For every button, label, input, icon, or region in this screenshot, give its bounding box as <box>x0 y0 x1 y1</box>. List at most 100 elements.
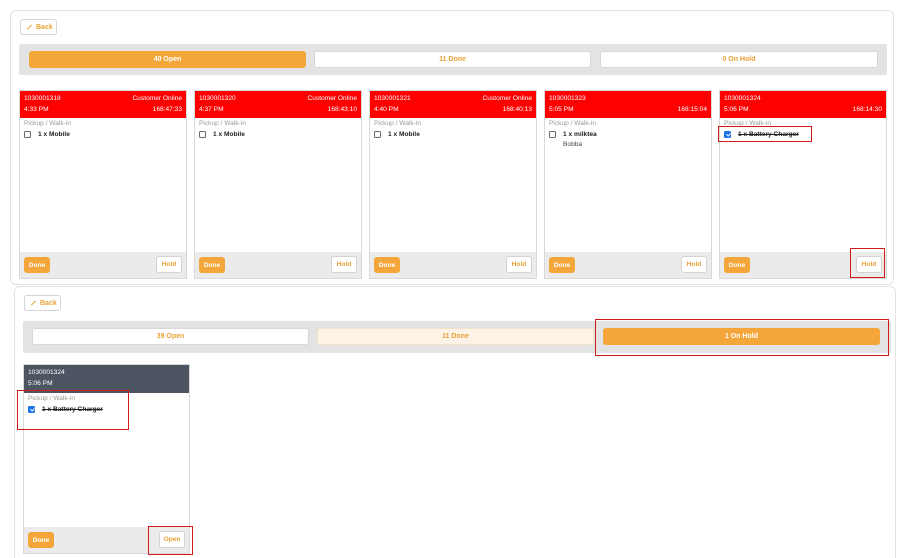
done-button[interactable]: Done <box>199 257 225 273</box>
item-checkbox[interactable] <box>199 131 206 138</box>
order-time: 4:33 PM <box>24 106 49 113</box>
tab-open[interactable]: 40 Open <box>29 51 306 68</box>
order-item[interactable]: 1 x Mobile <box>199 131 245 138</box>
order-footer: Done Hold <box>720 252 886 278</box>
order-number: 1030001324 <box>724 95 761 102</box>
order-number: 1030001318 <box>24 95 61 102</box>
tab-on-hold-label: 0 On Hold <box>722 56 756 63</box>
order-source: Customer Online <box>482 95 532 102</box>
order-elapsed: 168:15:04 <box>677 106 707 113</box>
order-type: Pickup / Walk-in <box>549 120 597 127</box>
tab-on-hold-label: 1 On Hold <box>724 333 759 340</box>
done-button[interactable]: Done <box>549 257 575 273</box>
order-footer: Done Hold <box>370 252 536 278</box>
order-type: Pickup / Walk-in <box>199 120 247 127</box>
order-footer: Done Hold <box>20 252 186 278</box>
top-panel: Back 40 Open 11 Done 0 On Hold 103000131… <box>10 10 894 285</box>
order-card: 1030001323 5:05 PM 168:15:04 Pickup / Wa… <box>544 90 712 279</box>
order-time: 4:40 PM <box>374 106 399 113</box>
item-label: 1 x Battery Charger <box>738 131 799 138</box>
hold-label: Hold <box>861 261 877 268</box>
status-tabs: 40 Open 11 Done 0 On Hold <box>19 44 887 75</box>
item-label: 1 x Mobile <box>38 131 70 138</box>
order-source: Customer Online <box>132 95 182 102</box>
item-label: 1 x Mobile <box>388 131 420 138</box>
order-card: 1030001324 5:06 PM 168:14:30 Pickup / Wa… <box>719 90 887 279</box>
hold-label: Hold <box>161 261 177 268</box>
order-elapsed: 168:14:30 <box>852 106 882 113</box>
order-elapsed: 168:47:33 <box>152 106 182 113</box>
tab-open-label: 40 Open <box>153 56 182 63</box>
order-item[interactable]: 1 x milktea <box>549 131 597 138</box>
done-button[interactable]: Done <box>24 257 50 273</box>
done-label: Done <box>728 261 746 269</box>
order-time: 5:06 PM <box>724 106 749 113</box>
order-number: 1030001321 <box>374 95 411 102</box>
hold-label: Hold <box>336 261 352 268</box>
hold-button[interactable]: Hold <box>156 256 182 273</box>
order-number: 1030001323 <box>549 95 586 102</box>
item-checkbox[interactable] <box>724 131 731 138</box>
order-time: 5:05 PM <box>549 106 574 113</box>
back-label: Back <box>36 23 53 31</box>
tab-done-label: 11 Done <box>439 56 466 63</box>
order-type: Pickup / Walk-in <box>24 120 72 127</box>
back-button[interactable]: Back <box>24 295 61 311</box>
hold-button[interactable]: Hold <box>506 256 532 273</box>
order-type: Pickup / Walk-in <box>28 395 76 402</box>
tab-done-label: 11 Done <box>442 333 469 340</box>
order-header: 1030001318 4:33 PM Customer Online 168:4… <box>20 91 186 118</box>
order-header: 1030001324 5:06 PM <box>24 365 189 393</box>
order-number: 1030001324 <box>28 369 65 376</box>
order-item[interactable]: 1 x Battery Charger <box>724 131 799 138</box>
order-source: Customer Online <box>307 95 357 102</box>
hold-button[interactable]: Hold <box>331 256 357 273</box>
item-checkbox[interactable] <box>374 131 381 138</box>
order-header: 1030001324 5:06 PM 168:14:30 <box>720 91 886 118</box>
item-checkbox[interactable] <box>549 131 556 138</box>
order-time: 5:06 PM <box>28 380 53 387</box>
held-order-card: 1030001324 5:06 PM Pickup / Walk-in 1 x … <box>23 364 190 554</box>
tab-on-hold[interactable]: 0 On Hold <box>600 51 878 68</box>
hold-button[interactable]: Hold <box>856 256 882 273</box>
back-label: Back <box>40 299 57 307</box>
open-label: Open <box>163 536 181 543</box>
open-button[interactable]: Open <box>159 531 185 548</box>
order-elapsed: 168:43:10 <box>327 106 357 113</box>
order-header: 1030001323 5:05 PM 168:15:04 <box>545 91 711 118</box>
done-button[interactable]: Done <box>374 257 400 273</box>
order-header: 1030001320 4:37 PM Customer Online 168:4… <box>195 91 361 118</box>
done-button[interactable]: Done <box>28 532 54 548</box>
order-footer: Done Hold <box>195 252 361 278</box>
order-card: 1030001320 4:37 PM Customer Online 168:4… <box>194 90 362 279</box>
order-item[interactable]: 1 x Battery Charger <box>28 406 103 413</box>
order-header: 1030001321 4:40 PM Customer Online 168:4… <box>370 91 536 118</box>
tab-open[interactable]: 39 Open <box>32 328 309 345</box>
item-checkbox[interactable] <box>24 131 31 138</box>
done-label: Done <box>553 261 571 269</box>
order-elapsed: 168:40:13 <box>502 106 532 113</box>
hold-label: Hold <box>686 261 702 268</box>
item-label: 1 x milktea <box>563 131 597 138</box>
tab-done[interactable]: 11 Done <box>317 328 594 345</box>
done-button[interactable]: Done <box>724 257 750 273</box>
order-footer: Done Hold <box>545 252 711 278</box>
done-label: Done <box>203 261 221 269</box>
hold-button[interactable]: Hold <box>681 256 707 273</box>
order-type: Pickup / Walk-in <box>724 120 772 127</box>
order-footer: Done Open <box>24 527 189 553</box>
order-item[interactable]: 1 x Mobile <box>374 131 420 138</box>
order-time: 4:37 PM <box>199 106 224 113</box>
order-type: Pickup / Walk-in <box>374 120 422 127</box>
chevron-left-icon <box>27 24 32 30</box>
tab-on-hold[interactable]: 1 On Hold <box>603 328 880 345</box>
done-label: Done <box>378 261 396 269</box>
order-item[interactable]: 1 x Mobile <box>24 131 70 138</box>
tab-done[interactable]: 11 Done <box>314 51 591 68</box>
order-card: 1030001321 4:40 PM Customer Online 168:4… <box>369 90 537 279</box>
tab-open-label: 39 Open <box>156 333 185 340</box>
chevron-left-icon <box>31 300 36 306</box>
back-button[interactable]: Back <box>20 19 57 35</box>
item-checkbox[interactable] <box>28 406 35 413</box>
status-tabs: 39 Open 11 Done 1 On Hold <box>23 321 891 353</box>
